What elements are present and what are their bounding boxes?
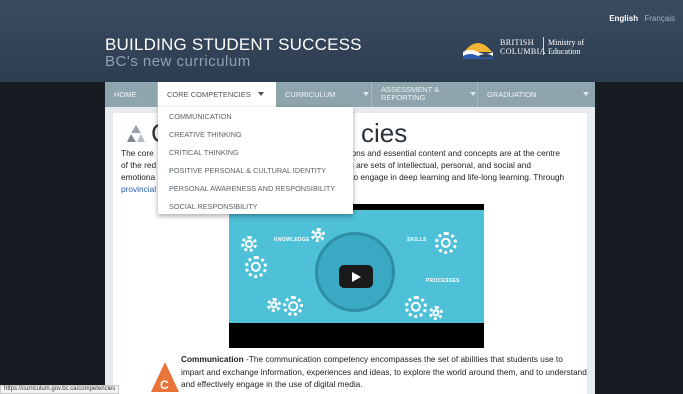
dropdown-item-communication[interactable]: COMMUNICATION [169, 112, 232, 121]
nav-assessment-reporting[interactable]: ASSESSMENT & REPORTING [372, 82, 477, 107]
gear-icon [241, 236, 257, 252]
gear-icon [267, 298, 281, 312]
comm-line-3: and effectively engage in the use of dig… [181, 379, 363, 389]
video-label-knowledge: KNOWLEDGE [274, 237, 310, 243]
nav-graduation-label: GRADUATION [487, 90, 537, 99]
page-title-end: cies [361, 118, 408, 148]
lang-french-link[interactable]: Français [644, 14, 675, 23]
intro-line-2-right: es are sets of intellectual, personal, a… [345, 160, 531, 170]
intro-line-1-left: The core [121, 148, 154, 158]
gear-icon [245, 256, 267, 278]
site-subtitle[interactable]: BC's new curriculum [105, 53, 251, 70]
language-switcher: English Français [609, 14, 675, 23]
ministry-line-2: Education [548, 47, 581, 56]
logo-divider [543, 37, 544, 55]
dropdown-item-positive-personal-cultural-identity[interactable]: POSITIVE PERSONAL & CULTURAL IDENTITY [169, 166, 326, 175]
intro-line-2-left: of the red [121, 160, 157, 170]
dropdown-item-creative-thinking[interactable]: CREATIVE THINKING [169, 130, 242, 139]
gear-icon [283, 296, 303, 316]
dropdown-item-personal-awareness[interactable]: PERSONAL AWARENESS AND RESPONSIBILITY [169, 184, 335, 193]
logo-line-2: COLUMBIA [500, 47, 546, 56]
bc-government-logo[interactable]: BRITISH COLUMBIA Ministry of Education [462, 34, 592, 64]
ministry-line-1: Ministry of [548, 38, 585, 47]
chevron-down-icon [258, 92, 264, 96]
chevron-down-icon [583, 92, 589, 96]
chevron-down-icon [363, 92, 369, 96]
dropdown-item-social-responsibility[interactable]: SOCIAL RESPONSIBILITY [169, 202, 258, 211]
logo-line-1: BRITISH [500, 38, 534, 47]
gear-icon [405, 296, 427, 318]
provincial-link[interactable]: provincial [121, 184, 156, 194]
comm-line-2: impart and exchange information, experie… [181, 366, 587, 377]
main-navigation: HOME CORE COMPETENCIES CURRICULUM ASSESS… [105, 82, 595, 107]
gear-icon [311, 228, 325, 242]
comm-line-1: Communication -The communication compete… [181, 353, 586, 366]
core-competencies-dropdown: COMMUNICATION CREATIVE THINKING CRITICAL… [158, 107, 353, 214]
gear-icon [429, 306, 443, 320]
nav-curriculum[interactable]: CURRICULUM [276, 82, 371, 107]
nav-core-competencies[interactable]: CORE COMPETENCIES [158, 82, 276, 107]
lang-english-link[interactable]: English [609, 14, 638, 23]
chevron-down-icon [470, 92, 476, 96]
video-player[interactable]: KNOWLEDGE SKILLS PROCESSES [229, 204, 484, 348]
nav-assessment-label-2: REPORTING [381, 93, 426, 102]
nav-graduation[interactable]: GRADUATION [478, 82, 595, 107]
comm-line-1-text: -The communication competency encompasse… [243, 354, 563, 364]
british-columbia-wordmark: BRITISH COLUMBIA [500, 38, 546, 56]
intro-line-3-left: emotiona [121, 172, 156, 182]
nav-core-competencies-label: CORE COMPETENCIES [167, 90, 251, 99]
gear-icon [435, 232, 457, 254]
communication-badge-letter: C [160, 378, 169, 392]
browser-status-url: https://curriculum.gov.bc.ca/competencie… [0, 385, 120, 394]
site-header: English Français BUILDING STUDENT SUCCES… [0, 0, 683, 82]
bc-sun-logo-icon [463, 43, 493, 59]
video-label-skills: SKILLS [407, 237, 427, 243]
communication-description: Communication -The communication compete… [181, 353, 587, 391]
intro-line-3-right: r to engage in deep learning and life-lo… [346, 172, 565, 182]
intro-line-1-right: ations and essential content and concept… [342, 148, 560, 158]
communication-heading[interactable]: Communication [181, 354, 244, 364]
site-title[interactable]: BUILDING STUDENT SUCCESS [105, 35, 362, 55]
video-thumbnail: KNOWLEDGE SKILLS PROCESSES [229, 210, 484, 323]
core-competencies-icon [127, 125, 145, 142]
ministry-wordmark: Ministry of Education [548, 38, 584, 56]
dropdown-item-critical-thinking[interactable]: CRITICAL THINKING [169, 148, 239, 157]
nav-home[interactable]: HOME [105, 82, 157, 107]
play-button[interactable] [339, 265, 373, 288]
video-label-processes: PROCESSES [426, 278, 460, 284]
nav-curriculum-label: CURRICULUM [285, 90, 336, 99]
